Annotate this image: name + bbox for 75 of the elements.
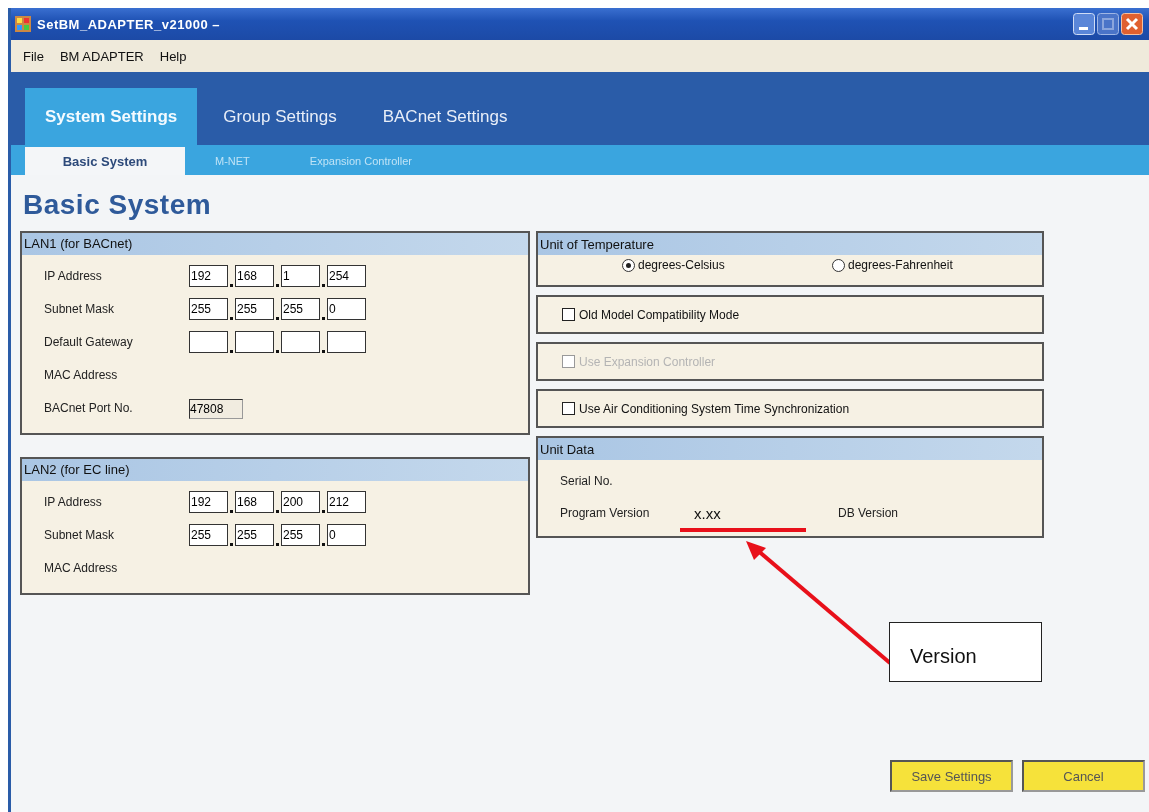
field-label: Subnet Mask [44,301,116,318]
checkbox-label: Use Air Conditioning System Time Synchronization [579,401,850,416]
group-title: Unit Data [538,438,1042,460]
dot-separator [322,543,325,546]
radio-button[interactable] [832,258,845,272]
subtab[interactable]: Basic System [25,147,185,175]
input-field[interactable]: 192 [189,265,228,287]
callout-label: Version [889,622,1042,682]
input-field[interactable]: 0 [327,298,366,320]
input-field[interactable]: 255 [235,298,274,320]
checkbox-label: Old Model Compatibility Mode [579,307,740,322]
minimize-icon[interactable] [1073,13,1095,35]
checkbox[interactable] [562,402,575,415]
dot-separator [276,350,279,353]
menu-item[interactable]: Help [159,48,187,64]
close-icon[interactable] [1121,13,1143,35]
group-title: LAN1 (for BACnet) [22,233,528,255]
input-field[interactable]: 255 [281,298,320,320]
dot-separator [276,543,279,546]
version-value: x.xx [694,504,721,522]
radio-label: degrees-Celsius [638,258,725,272]
dot-separator [230,350,233,353]
input-field[interactable]: 200 [281,491,320,513]
input-field[interactable]: 1 [281,265,320,287]
dot-separator [230,543,233,546]
checkbox[interactable] [562,308,575,321]
group-title: LAN2 (for EC line) [22,459,528,481]
dot-separator [276,284,279,287]
input-field[interactable]: 0 [327,524,366,546]
dot-separator [322,284,325,287]
input-field[interactable]: 254 [327,265,366,287]
action-button[interactable]: Save Settings [890,760,1013,792]
field-label: MAC Address [44,367,119,384]
page-heading: Basic System [23,189,213,221]
app-icon [15,16,31,32]
field-label: Program Version [560,506,651,520]
dot-separator [230,317,233,320]
input-field[interactable] [189,331,228,353]
input-field[interactable] [327,331,366,353]
radio-label: degrees-Fahrenheit [848,258,953,272]
checkbox-label: Use Expansion Controller [579,354,716,369]
dot-separator [276,510,279,513]
input-field[interactable]: 168 [235,491,274,513]
input-field[interactable]: 255 [281,524,320,546]
field-label: BACnet Port No. [44,400,134,417]
input-field[interactable]: 168 [235,265,274,287]
dot-separator [230,510,233,513]
field-label: IP Address [44,494,103,511]
field-label: Serial No. [560,474,613,488]
field-label: Subnet Mask [44,527,116,544]
tab[interactable]: Group Settings [203,88,357,145]
input-field[interactable] [281,331,320,353]
radio-button[interactable] [622,258,635,272]
field-label: MAC Address [44,560,119,577]
input-field[interactable]: 192 [189,491,228,513]
tab[interactable]: BACnet Settings [362,88,528,145]
input-field[interactable]: 255 [189,298,228,320]
group-title: Unit of Temperature [538,233,1042,255]
dot-separator [322,350,325,353]
window-title: SetBM_ADAPTER_v21000 – [37,16,221,32]
dot-separator [276,317,279,320]
dot-separator [322,317,325,320]
field-label: IP Address [44,268,103,285]
menu-item[interactable]: BM ADAPTER [59,48,144,64]
input-field[interactable] [235,331,274,353]
input-field[interactable]: 47808 [189,399,243,419]
input-field[interactable]: 255 [189,524,228,546]
menu-item[interactable]: File [23,48,44,64]
field-label: DB Version [838,506,899,520]
action-button[interactable]: Cancel [1022,760,1145,792]
dot-separator [322,510,325,513]
input-field[interactable]: 212 [327,491,366,513]
field-label: Default Gateway [44,334,134,351]
input-field[interactable]: 255 [235,524,274,546]
dot-separator [230,284,233,287]
